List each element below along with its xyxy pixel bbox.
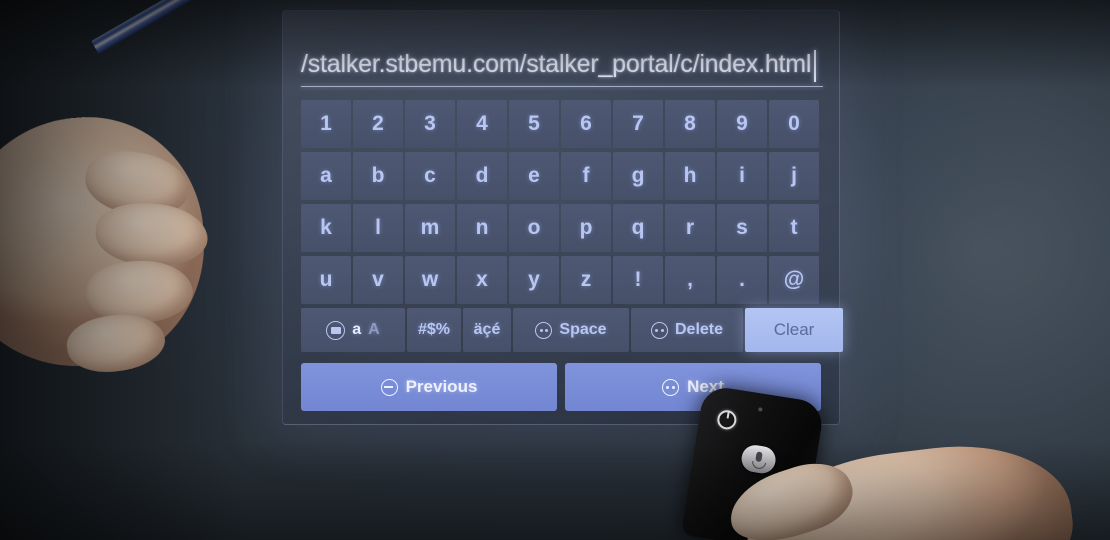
power-button-icon: [716, 408, 738, 431]
key-at[interactable]: @: [769, 256, 819, 304]
accents-button[interactable]: äçé: [463, 308, 511, 352]
key-4[interactable]: 4: [457, 100, 507, 148]
keyboard-row-numbers: 1 2 3 4 5 6 7 8 9 0: [301, 100, 819, 148]
case-toggle-lower-label: a: [352, 321, 362, 338]
case-toggle-upper-label: A: [368, 321, 380, 338]
key-w[interactable]: w: [405, 256, 455, 304]
key-comma[interactable]: ,: [665, 256, 715, 304]
previous-label: Previous: [405, 377, 478, 396]
key-5[interactable]: 5: [509, 100, 559, 148]
key-n[interactable]: n: [457, 204, 507, 252]
photo-scene: /stalker.stbemu.com/stalker_portal/c/ind…: [0, 0, 1110, 540]
key-0[interactable]: 0: [769, 100, 819, 148]
stylus-pen: [91, 0, 303, 54]
text-caret: [814, 50, 816, 82]
keyboard-row-u-at: u v w x y z ! , . @: [301, 256, 819, 304]
keyboard-circle-icon: [326, 320, 346, 340]
key-m[interactable]: m: [405, 204, 455, 252]
symbols-button[interactable]: #$%: [407, 308, 461, 352]
key-k[interactable]: k: [301, 204, 351, 252]
key-8[interactable]: 8: [665, 100, 715, 148]
case-toggle-button[interactable]: aA: [301, 308, 405, 352]
key-y[interactable]: y: [509, 256, 559, 304]
remote-dots-icon: [535, 321, 553, 339]
space-button[interactable]: Space: [513, 308, 629, 352]
key-i[interactable]: i: [717, 152, 767, 200]
key-period[interactable]: .: [717, 256, 767, 304]
key-e[interactable]: e: [509, 152, 559, 200]
remote-led-icon: [758, 407, 763, 412]
key-d[interactable]: d: [457, 152, 507, 200]
hand-holding-pen: [0, 107, 215, 378]
key-v[interactable]: v: [353, 256, 403, 304]
onscreen-keyboard-panel: /stalker.stbemu.com/stalker_portal/c/ind…: [282, 10, 843, 425]
url-input-underline: [301, 86, 823, 87]
keyboard-function-row: aA #$% äçé Space Delete Clear: [301, 308, 843, 352]
delete-label: Delete: [674, 321, 724, 338]
key-t[interactable]: t: [769, 204, 819, 252]
space-label: Space: [559, 321, 607, 338]
previous-button[interactable]: Previous: [301, 363, 557, 411]
key-6[interactable]: 6: [561, 100, 611, 148]
key-q[interactable]: q: [613, 204, 663, 252]
key-3[interactable]: 3: [405, 100, 455, 148]
key-r[interactable]: r: [665, 204, 715, 252]
key-p[interactable]: p: [561, 204, 611, 252]
url-input[interactable]: /stalker.stbemu.com/stalker_portal/c/ind…: [301, 47, 823, 87]
key-s[interactable]: s: [717, 204, 767, 252]
pen-body: [91, 0, 277, 54]
keyboard-row-k-t: k l m n o p q r s t: [301, 204, 819, 252]
remote-dots-icon: [650, 321, 668, 339]
key-exclamation[interactable]: !: [613, 256, 663, 304]
key-u[interactable]: u: [301, 256, 351, 304]
key-x[interactable]: x: [457, 256, 507, 304]
key-g[interactable]: g: [613, 152, 663, 200]
key-z[interactable]: z: [561, 256, 611, 304]
key-b[interactable]: b: [353, 152, 403, 200]
microphone-button-icon: [739, 443, 778, 476]
key-j[interactable]: j: [769, 152, 819, 200]
key-c[interactable]: c: [405, 152, 455, 200]
key-a[interactable]: a: [301, 152, 351, 200]
key-9[interactable]: 9: [717, 100, 767, 148]
url-input-value: /stalker.stbemu.com/stalker_portal/c/ind…: [301, 50, 812, 78]
key-f[interactable]: f: [561, 152, 611, 200]
key-h[interactable]: h: [665, 152, 715, 200]
key-1[interactable]: 1: [301, 100, 351, 148]
finger: [94, 200, 210, 269]
clear-button[interactable]: Clear: [745, 308, 843, 352]
keyboard-row-a-j: a b c d e f g h i j: [301, 152, 819, 200]
remote-dots-icon: [662, 378, 680, 396]
key-7[interactable]: 7: [613, 100, 663, 148]
key-o[interactable]: o: [509, 204, 559, 252]
key-l[interactable]: l: [353, 204, 403, 252]
key-2[interactable]: 2: [353, 100, 403, 148]
remote-bar-icon: [380, 378, 398, 396]
delete-button[interactable]: Delete: [631, 308, 743, 352]
